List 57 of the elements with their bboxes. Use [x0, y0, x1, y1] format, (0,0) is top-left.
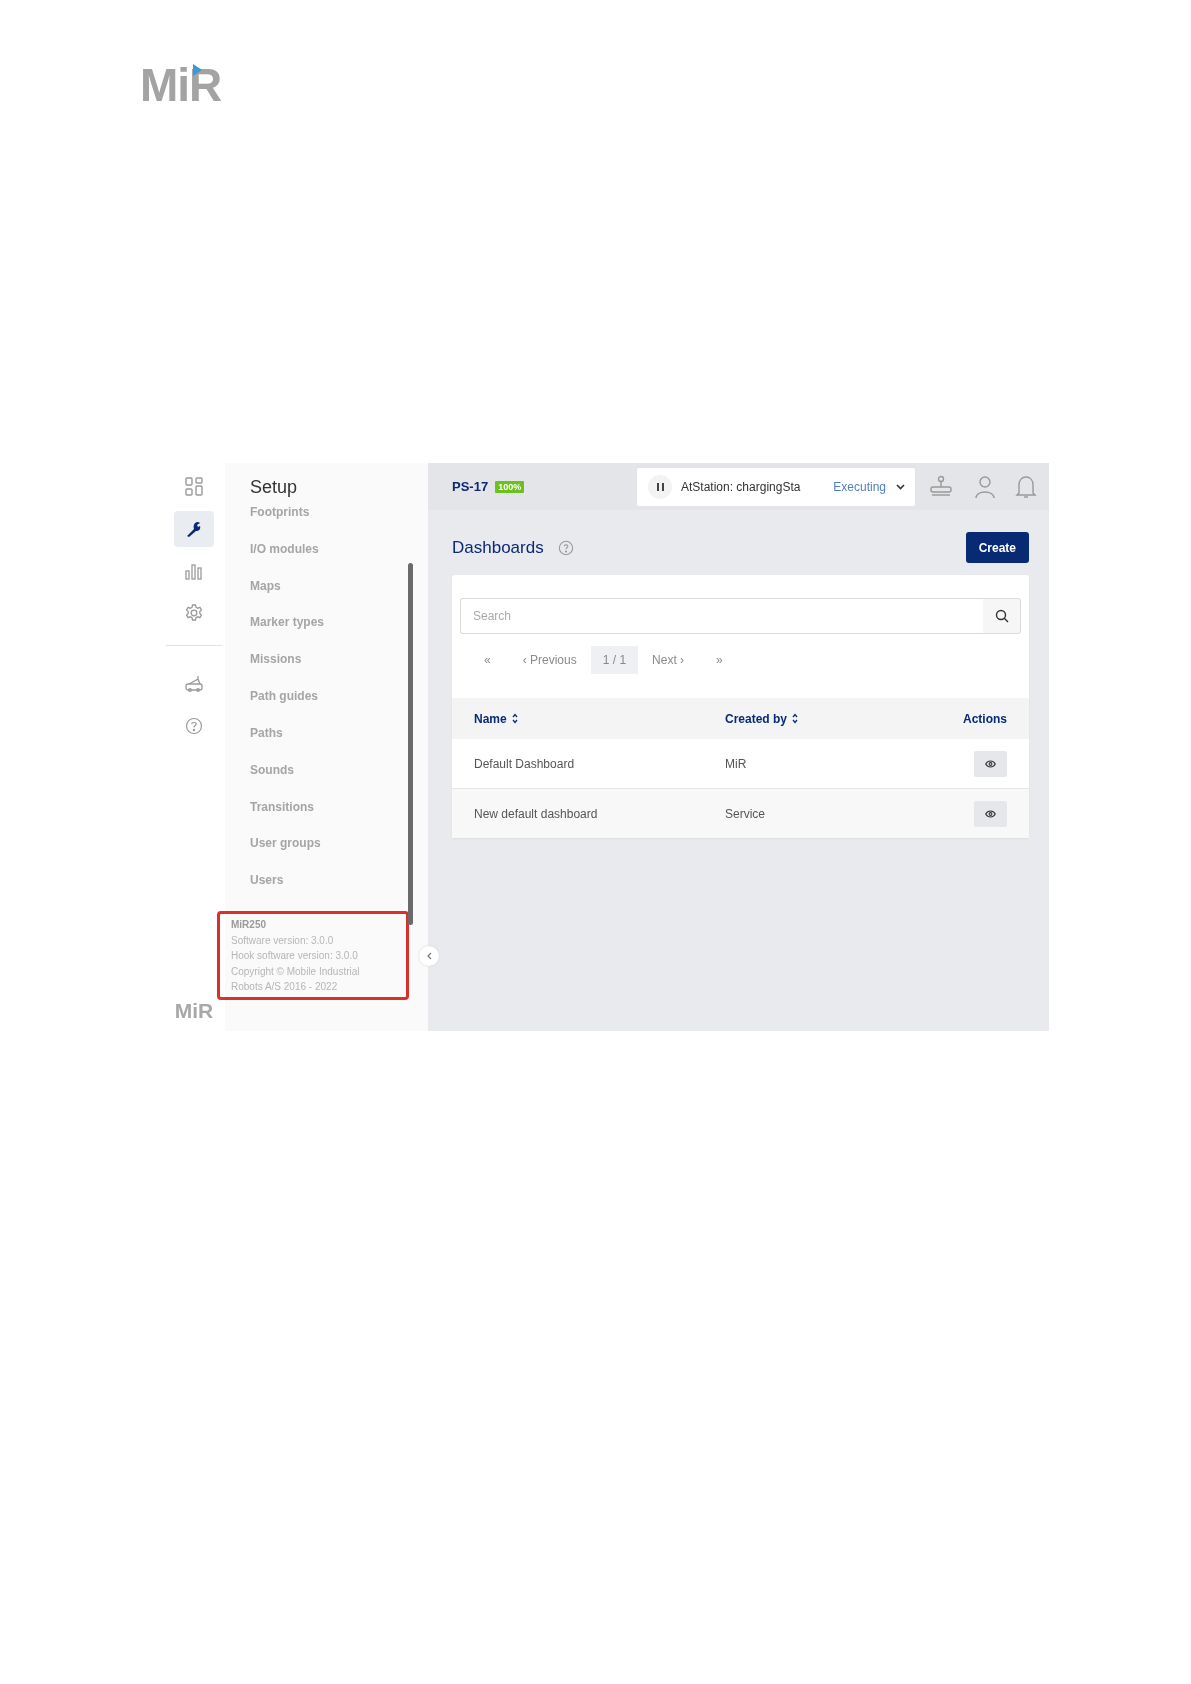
- nav-button[interactable]: [174, 511, 214, 547]
- help-icon: [185, 717, 203, 735]
- menu-item[interactable]: Sounds: [250, 759, 415, 797]
- next-button[interactable]: Next ›: [646, 649, 691, 671]
- table-cell: MiR: [725, 756, 747, 771]
- notifications-button[interactable]: [1015, 474, 1037, 499]
- menu-item[interactable]: User groups: [250, 833, 415, 871]
- sort-icon[interactable]: [792, 713, 799, 724]
- eye-icon: [985, 809, 996, 818]
- menu-item[interactable]: Missions: [250, 649, 415, 687]
- chevron-left-icon: [426, 952, 432, 960]
- pause-icon: [656, 482, 664, 491]
- last-page-button[interactable]: »: [710, 649, 729, 671]
- wrench-icon: [185, 520, 203, 538]
- mission-bar[interactable]: AtStation: chargingSta Executing: [637, 467, 915, 506]
- robot-icon: [184, 675, 204, 693]
- column-header[interactable]: Name: [474, 711, 507, 726]
- menu-item[interactable]: Users: [250, 870, 415, 907]
- robot-info: MiR250 Software version: 3.0.0 Hook software version: 3.0.0 Copyright © Mobile Industrial Robots A/S 2016 - 2022: [217, 911, 409, 1000]
- menu-item[interactable]: Marker types: [250, 612, 415, 650]
- scrollbar[interactable]: [408, 563, 413, 925]
- settings-icon: [185, 604, 203, 622]
- menu-item[interactable]: I/O modules: [250, 538, 415, 576]
- mission-text: AtStation: chargingSta: [681, 479, 801, 494]
- chevron-down-icon: [896, 483, 905, 490]
- robot-name: PS-17: [452, 479, 489, 494]
- menu-item[interactable]: Maps: [250, 575, 415, 613]
- column-header[interactable]: Created by: [725, 711, 788, 726]
- table-cell: Default Dashboard: [474, 756, 575, 771]
- logo-text: MiR: [174, 999, 214, 1023]
- bar-chart-icon: [185, 562, 203, 580]
- column-header: Actions: [963, 711, 1007, 726]
- menu-item[interactable]: Path guides: [250, 686, 415, 723]
- table-cell: New default dashboard: [474, 806, 598, 821]
- first-page-button[interactable]: «: [478, 649, 497, 671]
- eye-icon: [985, 759, 996, 768]
- page-indicator: 1 / 1: [590, 646, 639, 674]
- logo: MiR: [140, 58, 222, 112]
- view-button[interactable]: [974, 750, 1007, 777]
- battery-badge: 100%: [495, 480, 525, 493]
- table-cell: Service: [725, 806, 766, 821]
- dashboard-icon: [185, 477, 203, 497]
- page-title: Dashboards: [452, 537, 544, 558]
- help-icon[interactable]: [557, 539, 574, 556]
- menu-item[interactable]: Transitions: [250, 796, 415, 834]
- mission-state: Executing: [833, 479, 886, 494]
- view-button[interactable]: [974, 800, 1007, 827]
- pause-button[interactable]: [648, 474, 672, 499]
- menu-item[interactable]: Footprints: [250, 502, 415, 539]
- panel-title: Setup: [249, 476, 299, 498]
- user-button[interactable]: [973, 474, 997, 499]
- create-button[interactable]: Create: [965, 532, 1029, 563]
- sort-icon[interactable]: [511, 713, 518, 724]
- previous-button[interactable]: ‹ Previous: [516, 649, 583, 671]
- collapse-button[interactable]: [419, 946, 439, 966]
- menu-item[interactable]: Paths: [250, 722, 415, 760]
- joystick-button[interactable]: [929, 474, 953, 499]
